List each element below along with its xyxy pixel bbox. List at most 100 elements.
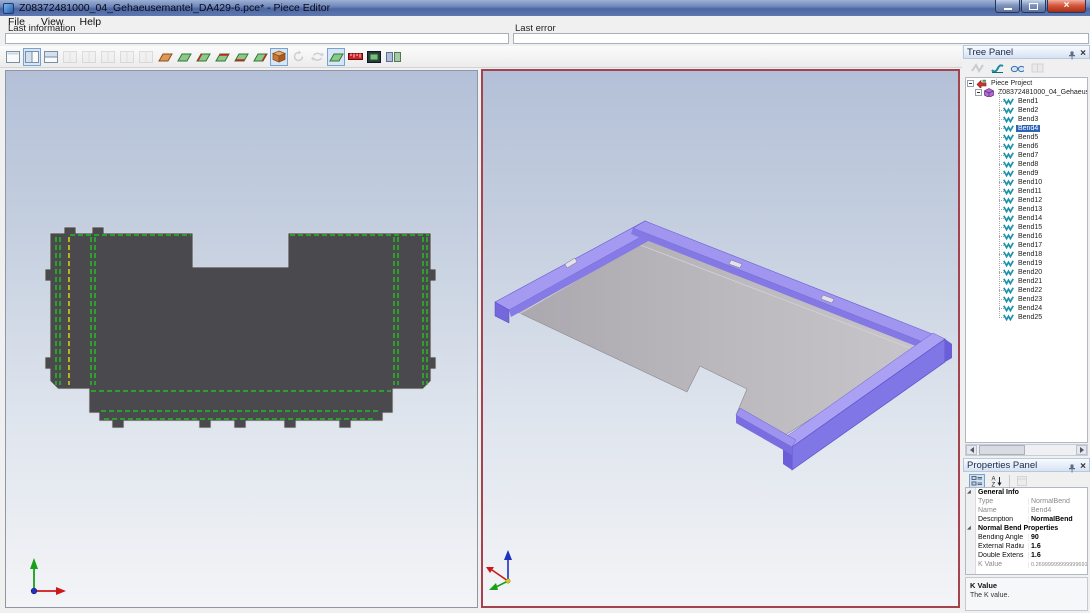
dual-view-button[interactable] bbox=[23, 48, 41, 66]
tree-item-label: Bend12 bbox=[1016, 197, 1044, 204]
tree-item-label: Bend2 bbox=[1016, 107, 1040, 114]
show-faces-button[interactable] bbox=[327, 48, 345, 66]
bend-list: Bend1Bend2Bend3Bend4Bend5Bend6Bend7Bend8… bbox=[966, 97, 1087, 322]
tree-item-bend22[interactable]: Bend22 bbox=[966, 286, 1087, 295]
measure-tool-button[interactable] bbox=[346, 48, 364, 66]
property-section-normal-bend-properties[interactable]: ◢Normal Bend Properties bbox=[966, 524, 1087, 533]
property-row-external-radiu[interactable]: External Radiu1.6 bbox=[966, 542, 1087, 551]
view-layout-5-button bbox=[80, 48, 98, 66]
capture-view-button[interactable] bbox=[365, 48, 383, 66]
pin-icon[interactable] bbox=[1068, 47, 1077, 57]
compare-views-button[interactable] bbox=[384, 48, 402, 66]
viewport-3d[interactable] bbox=[481, 69, 960, 608]
menu-item-help[interactable]: Help bbox=[72, 16, 110, 28]
tree-item-label: Bend13 bbox=[1016, 206, 1044, 213]
solid-3d-view-button[interactable] bbox=[270, 48, 288, 66]
property-row-type[interactable]: TypeNormalBend bbox=[966, 497, 1087, 506]
tree-hscrollbar[interactable] bbox=[965, 444, 1088, 456]
tree-item-bend8[interactable]: Bend8 bbox=[966, 160, 1087, 169]
close-button[interactable] bbox=[1047, 0, 1086, 13]
tree-item-label: Bend11 bbox=[1016, 188, 1044, 195]
bend-edge-top-button[interactable] bbox=[213, 48, 231, 66]
close-icon[interactable] bbox=[1080, 43, 1086, 61]
flat-pattern-drawing bbox=[6, 71, 477, 607]
sheet-metal-part bbox=[495, 221, 952, 470]
property-section-general-info[interactable]: ◢General Info bbox=[966, 488, 1087, 497]
close-icon[interactable] bbox=[1080, 456, 1086, 474]
last-information-input[interactable] bbox=[5, 33, 509, 44]
bend-icon bbox=[1003, 296, 1014, 303]
scroll-right-button[interactable] bbox=[1076, 445, 1087, 455]
tree-item-bend13[interactable]: Bend13 bbox=[966, 205, 1087, 214]
bend-edge-bottom-button[interactable] bbox=[232, 48, 250, 66]
tree-item-bend16[interactable]: Bend16 bbox=[966, 232, 1087, 241]
window-controls bbox=[994, 0, 1086, 13]
tree-item-bend24[interactable]: Bend24 bbox=[966, 304, 1087, 313]
tree-item-bend3[interactable]: Bend3 bbox=[966, 115, 1087, 124]
property-row-double-extens[interactable]: Double Extens1.6 bbox=[966, 551, 1087, 560]
unfold-bends-icon bbox=[969, 61, 985, 76]
bend-icon bbox=[1003, 224, 1014, 231]
panel-layout-icon bbox=[1029, 61, 1045, 76]
tree-item-bend11[interactable]: Bend11 bbox=[966, 187, 1087, 196]
horizontal-split-view-button[interactable] bbox=[42, 48, 60, 66]
single-view-button[interactable] bbox=[4, 48, 22, 66]
property-row-name[interactable]: NameBend4 bbox=[966, 506, 1087, 515]
bend-icon bbox=[1003, 314, 1014, 321]
maximize-button[interactable] bbox=[1021, 0, 1046, 13]
tree-item-bend1[interactable]: Bend1 bbox=[966, 97, 1087, 106]
scroll-thumb[interactable] bbox=[979, 445, 1025, 455]
tree-toolbar bbox=[963, 59, 1090, 77]
piece-project-icon bbox=[976, 79, 987, 88]
tree-item-bend15[interactable]: Bend15 bbox=[966, 223, 1087, 232]
property-value: 1.6 bbox=[1028, 552, 1087, 559]
viewport-2d[interactable] bbox=[5, 70, 478, 608]
tree-item-bend21[interactable]: Bend21 bbox=[966, 277, 1087, 286]
tree-item-piece-project[interactable]: Piece Project bbox=[966, 79, 1087, 88]
tree-item-bend12[interactable]: Bend12 bbox=[966, 196, 1087, 205]
bend-edge-left-button[interactable] bbox=[194, 48, 212, 66]
scroll-left-button[interactable] bbox=[966, 445, 977, 455]
fold-bend-icon[interactable] bbox=[989, 61, 1005, 76]
tree-item-bend10[interactable]: Bend10 bbox=[966, 178, 1087, 187]
collapse-box-icon[interactable] bbox=[967, 80, 974, 87]
app-icon bbox=[3, 3, 14, 14]
properties-panel-header: Properties Panel bbox=[963, 458, 1090, 472]
tree-item-bend6[interactable]: Bend6 bbox=[966, 142, 1087, 151]
unfold-face-view-button[interactable] bbox=[175, 48, 193, 66]
property-row-description[interactable]: DescriptionNormalBend bbox=[966, 515, 1087, 524]
property-value: NormalBend bbox=[1028, 516, 1087, 523]
property-row-bending-angle[interactable]: Bending Angle90 bbox=[966, 533, 1087, 542]
axis-triad-2d bbox=[30, 558, 66, 595]
glasses-icon[interactable] bbox=[1009, 61, 1025, 76]
tree-item-bend2[interactable]: Bend2 bbox=[966, 106, 1087, 115]
tree-item-bend17[interactable]: Bend17 bbox=[966, 241, 1087, 250]
tree-item-bend18[interactable]: Bend18 bbox=[966, 250, 1087, 259]
tree-item-bend5[interactable]: Bend5 bbox=[966, 133, 1087, 142]
tree-item-bend20[interactable]: Bend20 bbox=[966, 268, 1087, 277]
minimize-button[interactable] bbox=[995, 0, 1020, 13]
tree-item-bend19[interactable]: Bend19 bbox=[966, 259, 1087, 268]
bend-edge-right-button[interactable] bbox=[251, 48, 269, 66]
tree-item-label: Bend10 bbox=[1016, 179, 1044, 186]
tree-item-label: Bend15 bbox=[1016, 224, 1044, 231]
bend-icon bbox=[1003, 251, 1014, 258]
bend-icon bbox=[1003, 278, 1014, 285]
tree-item-bend9[interactable]: Bend9 bbox=[966, 169, 1087, 178]
tree-panel: Tree Panel Piece Project bbox=[963, 45, 1090, 458]
collapse-box-icon[interactable] bbox=[975, 89, 982, 96]
property-grid: ◢General InfoTypeNormalBendNameBend4Desc… bbox=[965, 487, 1088, 575]
tree-item-bend7[interactable]: Bend7 bbox=[966, 151, 1087, 160]
tree-item-bend14[interactable]: Bend14 bbox=[966, 214, 1087, 223]
tree-item-label: Bend21 bbox=[1016, 278, 1044, 285]
tree-item-bend23[interactable]: Bend23 bbox=[966, 295, 1087, 304]
property-label: External Radiu bbox=[978, 543, 1028, 550]
tree-item-bend4[interactable]: Bend4 bbox=[966, 124, 1087, 133]
tree-item-project-file[interactable]: Z08372481000_04_Gehaeusema bbox=[966, 88, 1087, 97]
last-error-input[interactable] bbox=[513, 33, 1089, 44]
pin-icon[interactable] bbox=[1068, 460, 1077, 470]
property-row-k-value[interactable]: K Value0.26999999999999691 bbox=[966, 560, 1087, 569]
property-value: 1.6 bbox=[1028, 543, 1087, 550]
tree-item-bend25[interactable]: Bend25 bbox=[966, 313, 1087, 322]
flat-pattern-view-button[interactable] bbox=[156, 48, 174, 66]
